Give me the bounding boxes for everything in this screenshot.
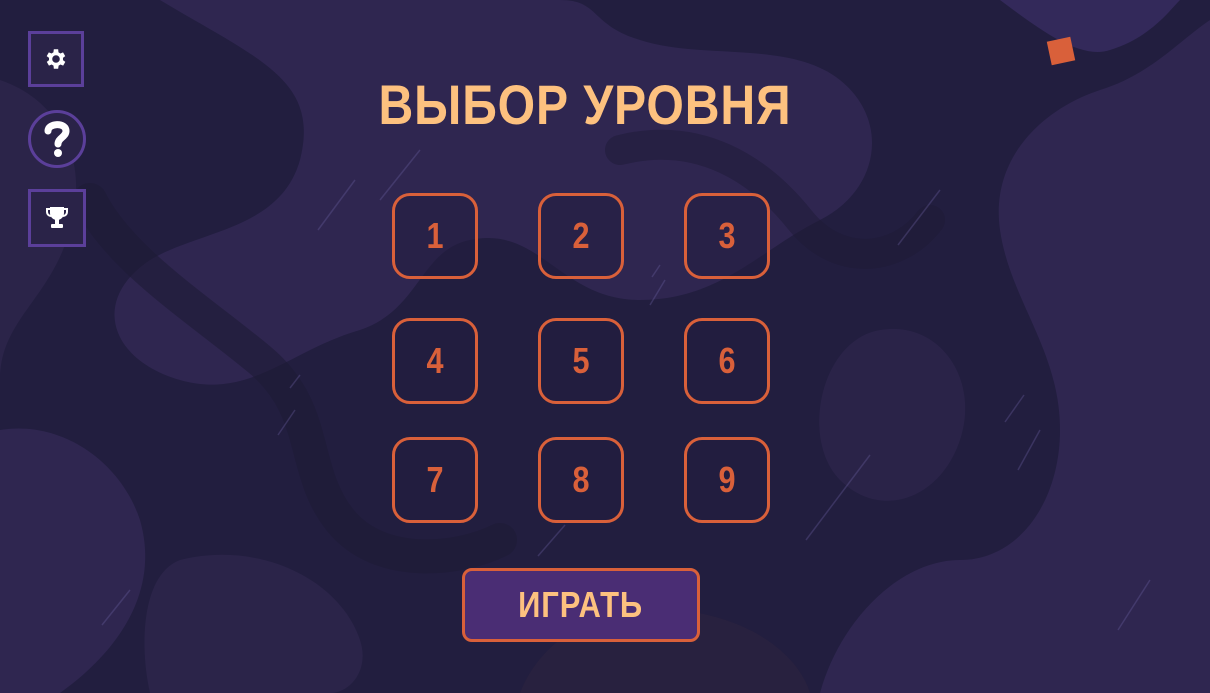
page-title: ВЫБОР УРОВНЯ <box>378 73 792 136</box>
level-label: 5 <box>572 340 590 381</box>
play-button-label: ИГРАТЬ <box>518 584 644 625</box>
level-button-5[interactable]: 5 <box>538 318 624 404</box>
question-icon <box>40 119 74 159</box>
gear-icon <box>43 46 69 72</box>
level-label: 6 <box>718 340 736 381</box>
level-label: 7 <box>426 459 444 500</box>
trophy-icon <box>45 205 69 231</box>
decorative-square <box>1046 36 1076 66</box>
level-button-4[interactable]: 4 <box>392 318 478 404</box>
level-select-screen: ВЫБОР УРОВНЯ 1 2 3 4 5 6 7 8 9 ИГРАТЬ <box>0 0 1210 693</box>
level-button-2[interactable]: 2 <box>538 193 624 279</box>
level-button-7[interactable]: 7 <box>392 437 478 523</box>
level-button-1[interactable]: 1 <box>392 193 478 279</box>
level-button-3[interactable]: 3 <box>684 193 770 279</box>
level-button-6[interactable]: 6 <box>684 318 770 404</box>
help-button[interactable] <box>28 110 86 168</box>
settings-button[interactable] <box>28 31 84 87</box>
level-label: 1 <box>426 215 444 256</box>
level-label: 8 <box>572 459 590 500</box>
level-label: 4 <box>426 340 444 381</box>
level-label: 2 <box>572 215 590 256</box>
level-label: 3 <box>718 215 736 256</box>
achievements-button[interactable] <box>28 189 86 247</box>
play-button[interactable]: ИГРАТЬ <box>462 568 700 642</box>
level-button-8[interactable]: 8 <box>538 437 624 523</box>
level-button-9[interactable]: 9 <box>684 437 770 523</box>
level-label: 9 <box>718 459 736 500</box>
